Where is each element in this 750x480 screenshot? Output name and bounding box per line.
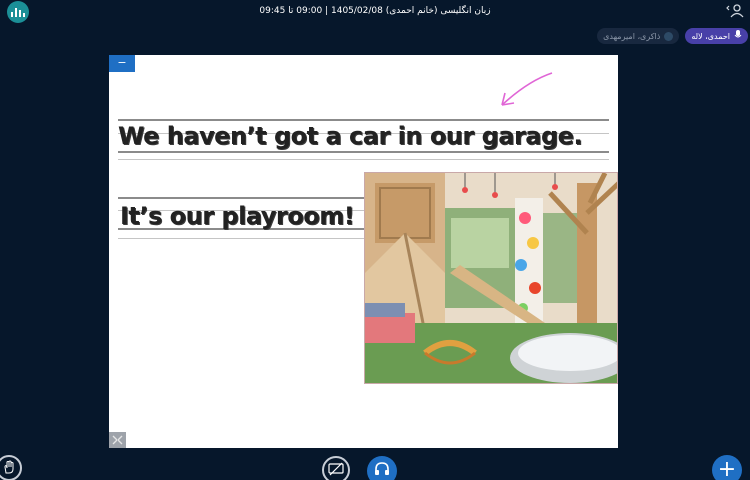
session-title: زبان انگلیسی (خانم احمدی) 1405/02/08 | 0… (259, 6, 491, 16)
annotation-arrow (501, 72, 553, 106)
screen-share-off-icon (328, 461, 344, 480)
screen-share-button[interactable] (322, 456, 350, 480)
presenter-chip[interactable]: احمدی، لاله (685, 28, 748, 44)
participant-name: ذاکری، امیرمهدی (603, 31, 661, 41)
fullscreen-icon[interactable] (109, 432, 126, 448)
slide-sentence-2: It’s our playroom! (120, 202, 355, 230)
guide-line (118, 119, 609, 121)
headphones-icon (374, 461, 390, 480)
hand-icon (2, 459, 16, 478)
guide-line (118, 159, 609, 160)
participant-chip[interactable]: ذاکری، امیرمهدی (597, 28, 680, 44)
slide-sentence-1: We haven’t got a car in our garage. (118, 122, 583, 150)
guide-line (118, 238, 364, 239)
presentation-slide: − We haven’t got a car in our garage. It… (109, 55, 618, 448)
playroom-photo (364, 172, 618, 384)
raise-hand-button[interactable] (0, 455, 22, 480)
mic-icon (734, 30, 742, 42)
audio-button[interactable] (367, 456, 397, 480)
participant-list: ذاکری، امیرمهدی احمدی، لاله (597, 28, 748, 44)
user-menu-icon[interactable] (726, 3, 744, 19)
participant-name: احمدی، لاله (691, 31, 730, 41)
guide-line (118, 151, 609, 153)
guide-line (118, 197, 364, 199)
top-bar: زبان انگلیسی (خانم احمدی) 1405/02/08 | 0… (0, 0, 750, 26)
minimize-button[interactable]: − (109, 55, 135, 72)
status-dot (664, 31, 674, 41)
add-button[interactable]: + (712, 455, 742, 480)
